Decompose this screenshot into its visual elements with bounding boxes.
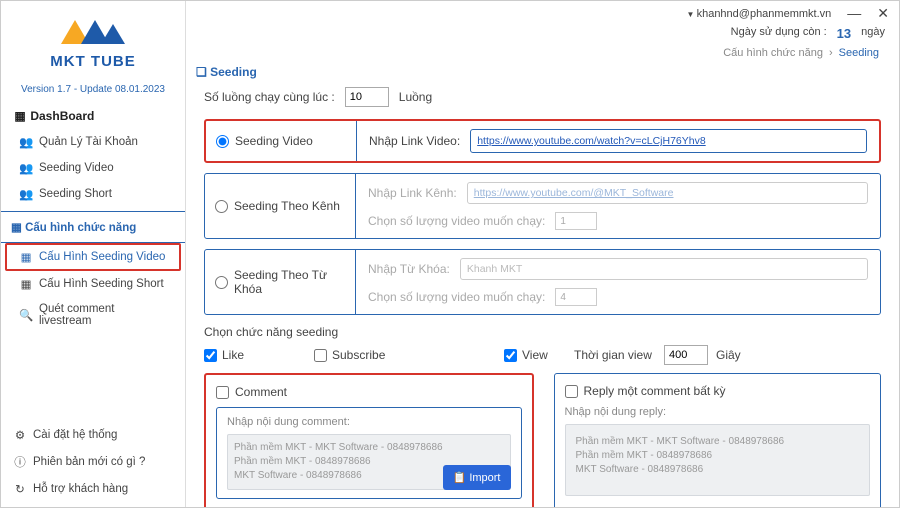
nav-seeding-short[interactable]: 👥Seeding Short <box>1 181 185 207</box>
threads-label: Số luồng chạy cùng lúc : <box>204 90 335 104</box>
dashboard-icon: ▦ <box>13 109 27 123</box>
close-button[interactable]: ✕ <box>877 5 889 22</box>
view-time-unit: Giây <box>716 348 741 362</box>
channel-link-label: Nhập Link Kênh: <box>368 186 457 200</box>
search-icon: 🔍 <box>19 308 33 322</box>
option-seeding-channel: Seeding Theo Kênh Nhập Link Kênh: https:… <box>204 173 881 239</box>
radio-seeding-keyword[interactable]: Seeding Theo Từ Khóa <box>205 250 355 314</box>
option-seeding-keyword: Seeding Theo Từ Khóa Nhập Từ Khóa: Khanh… <box>204 249 881 315</box>
main-area: khanhnd@phanmemmkt.vn — ✕ Ngày sử dụng c… <box>186 1 899 507</box>
page-title: Seeding <box>186 63 899 87</box>
days-remaining-label: Ngày sử dụng còn : <box>731 26 827 41</box>
comment-panel: Comment Nhập nội dung comment: Phần mềm … <box>204 373 534 507</box>
nav-config-seeding-video[interactable]: ▦Cấu Hình Seeding Video <box>5 243 181 271</box>
minimize-button[interactable]: — <box>847 5 861 22</box>
nav-accounts[interactable]: 👥Quản Lý Tài Khoản <box>1 129 185 155</box>
days-remaining-value: 13 <box>837 26 851 41</box>
sidebar: MKT TUBE Version 1.7 - Update 08.01.2023… <box>1 1 186 507</box>
threads-unit: Luồng <box>399 90 432 104</box>
nav-dashboard[interactable]: ▦ DashBoard <box>1 103 185 129</box>
nav-system-settings[interactable]: ⚙Cài đặt hệ thống <box>1 422 185 448</box>
reply-label: Nhập nội dung reply: <box>565 406 871 418</box>
check-view[interactable]: View <box>504 348 574 362</box>
video-link-input[interactable]: https://www.youtube.com/watch?v=cLCjH76Y… <box>470 129 867 153</box>
version-label: Version 1.7 - Update 08.01.2023 <box>1 84 185 95</box>
check-like[interactable]: Like <box>204 348 314 362</box>
comment-label: Nhập nội dung comment: <box>227 416 511 428</box>
nav-whats-new[interactable]: ⓘPhiên bản mới có gì ? <box>1 448 185 476</box>
days-remaining-unit: ngày <box>861 26 885 41</box>
nav-seeding-video[interactable]: 👥Seeding Video <box>1 155 185 181</box>
nav-support[interactable]: ↻Hỗ trợ khách hàng <box>1 476 185 502</box>
config-icon: ▦ <box>19 250 33 264</box>
app-logo: MKT TUBE <box>1 6 185 78</box>
info-icon: ⓘ <box>13 454 27 470</box>
threads-input[interactable] <box>345 87 389 107</box>
view-time-input[interactable] <box>664 345 708 365</box>
app-name: MKT TUBE <box>1 53 185 70</box>
config-icon: ▦ <box>19 277 33 291</box>
users-icon: 👥 <box>19 187 33 201</box>
video-link-label: Nhập Link Video: <box>369 134 460 148</box>
nav-scrape-comments[interactable]: 🔍Quét comment livestream <box>1 297 185 333</box>
radio-seeding-channel[interactable]: Seeding Theo Kênh <box>205 174 355 238</box>
breadcrumb: Cấu hình chức năng › Seeding <box>186 43 899 63</box>
check-comment[interactable]: Comment <box>216 385 522 399</box>
channel-count-input[interactable] <box>555 212 597 230</box>
option-seeding-video: Seeding Video Nhập Link Video: https://w… <box>204 119 881 163</box>
gear-icon: ⚙ <box>13 428 27 442</box>
user-email[interactable]: khanhnd@phanmemmkt.vn <box>686 8 831 20</box>
reply-textarea[interactable]: Phần mềm MKT - MKT Software - 0848978686… <box>565 424 871 496</box>
check-subscribe[interactable]: Subscribe <box>314 348 504 362</box>
users-icon: 👥 <box>19 135 33 149</box>
users-icon: 👥 <box>19 161 33 175</box>
keyword-count-input[interactable] <box>555 288 597 306</box>
keyword-label: Nhập Từ Khóa: <box>368 262 450 276</box>
functions-label: Chọn chức năng seeding <box>204 325 881 339</box>
channel-count-label: Chọn số lượng video muốn chạy: <box>368 214 545 228</box>
keyword-input[interactable]: Khanh MKT <box>460 258 868 280</box>
support-icon: ↻ <box>13 482 27 496</box>
reply-panel: Reply một comment bất kỳ Nhập nội dung r… <box>554 373 882 507</box>
channel-link-input[interactable]: https://www.youtube.com/@MKT_Software <box>467 182 868 204</box>
nav-config-seeding-short[interactable]: ▦Cấu Hình Seeding Short <box>1 271 185 297</box>
import-button[interactable]: 📋 Import <box>443 465 511 490</box>
view-time-label: Thời gian view <box>574 348 664 362</box>
nav-category-config: ▦ Cấu hình chức năng <box>1 211 185 243</box>
keyword-count-label: Chọn số lượng video muốn chạy: <box>368 290 545 304</box>
radio-seeding-video[interactable]: Seeding Video <box>206 121 356 161</box>
check-reply[interactable]: Reply một comment bất kỳ <box>565 384 871 398</box>
